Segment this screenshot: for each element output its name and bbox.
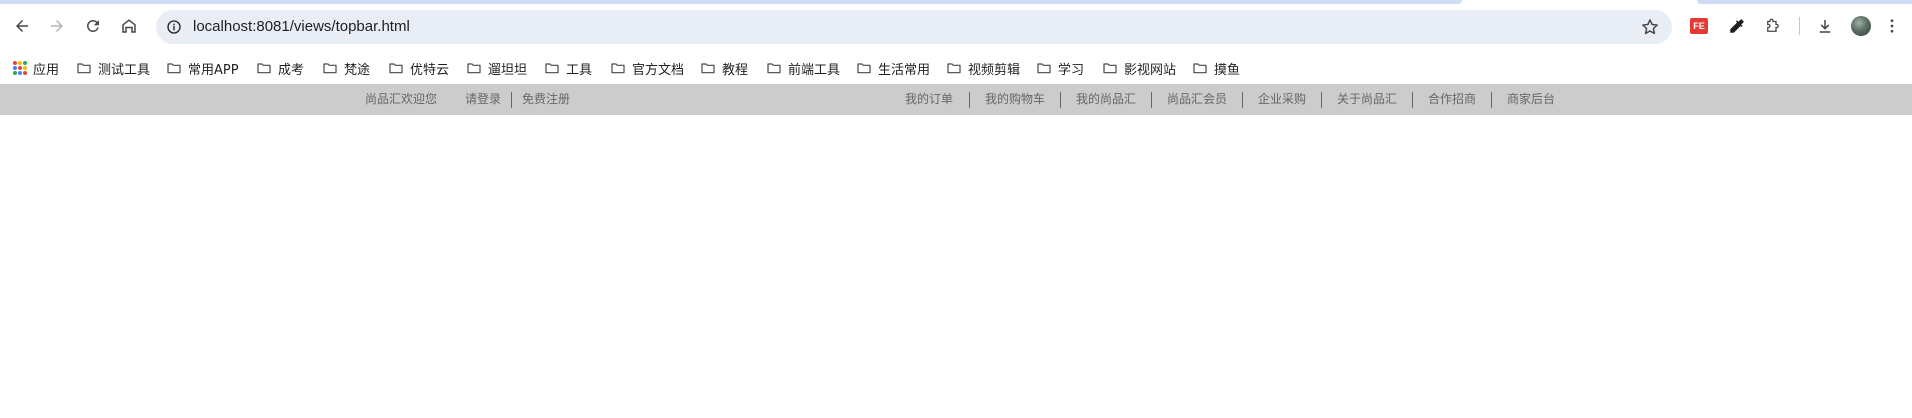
tab-strip-edge-right: [1697, 0, 1912, 4]
extensions-button[interactable]: [1761, 14, 1785, 38]
folder-icon: [257, 63, 271, 74]
nav-my-orders[interactable]: 我的订单: [905, 92, 953, 107]
star-icon[interactable]: [1640, 17, 1660, 37]
fe-extension-button[interactable]: FE: [1687, 14, 1711, 38]
bookmark-label: 摸鱼: [1214, 62, 1241, 78]
nav-partnership[interactable]: 合作招商: [1428, 92, 1476, 107]
bookmark-folder[interactable]: 遛坦坦: [466, 55, 527, 81]
folder-icon: [857, 63, 871, 74]
avatar: [1851, 16, 1871, 36]
folder-icon: [323, 63, 337, 74]
bookmark-label: 测试工具: [98, 62, 151, 78]
divider: [1412, 92, 1413, 108]
login-link[interactable]: 请登录: [465, 92, 501, 107]
eyedropper-icon: [1730, 19, 1744, 33]
bookmark-label: 遛坦坦: [488, 62, 528, 78]
bookmark-folder[interactable]: 测试工具: [76, 55, 150, 81]
divider: [511, 92, 512, 108]
tab-strip-edge: [0, 0, 1462, 4]
bookmark-label: 工具: [566, 62, 593, 78]
reload-icon: [86, 19, 99, 32]
register-link[interactable]: 免费注册: [522, 92, 570, 107]
bookmark-folder[interactable]: 影视网站: [1102, 55, 1176, 81]
profile-button[interactable]: [1849, 14, 1873, 38]
folder-icon: [1103, 63, 1117, 74]
bookmark-folder[interactable]: 教程: [700, 55, 748, 81]
bookmarks-bar: 应用 测试工具 常用APP 成考 梵途 优特云 遛坦坦 工具 官方文档 教程 前…: [0, 52, 1912, 84]
fe-extension-icon: FE: [1690, 18, 1708, 34]
bookmark-folder[interactable]: 常用APP: [166, 55, 239, 81]
bookmark-folder[interactable]: 生活常用: [856, 55, 930, 81]
apps-grid-icon: [13, 61, 27, 75]
divider: [1242, 92, 1243, 108]
address-bar[interactable]: localhost:8081/views/topbar.html: [156, 10, 1672, 44]
bookmark-label: 梵途: [344, 62, 371, 78]
bookmark-label: 学习: [1058, 62, 1085, 78]
download-icon: [1819, 20, 1831, 33]
folder-icon: [1193, 63, 1207, 74]
bookmark-folder[interactable]: 官方文档: [610, 55, 684, 81]
downloads-button[interactable]: [1813, 14, 1837, 38]
bookmark-label: 前端工具: [788, 62, 841, 78]
back-button[interactable]: [8, 12, 36, 40]
folder-icon: [389, 63, 403, 74]
bookmark-label: 官方文档: [632, 62, 685, 78]
arrow-right-icon: [51, 20, 63, 32]
browser-toolbar: localhost:8081/views/topbar.html FE: [0, 0, 1912, 52]
nav-membership[interactable]: 尚品汇会员: [1167, 92, 1227, 107]
bookmark-folder[interactable]: 前端工具: [766, 55, 840, 81]
toolbar-divider: [1799, 17, 1800, 35]
arrow-left-icon: [16, 20, 28, 32]
folder-icon: [467, 63, 481, 74]
divider: [1321, 92, 1322, 108]
bookmark-label: 影视网站: [1124, 62, 1177, 78]
folder-icon: [1037, 63, 1051, 74]
bookmark-folder[interactable]: 视频剪辑: [946, 55, 1020, 81]
bookmark-label: 教程: [722, 62, 749, 78]
divider: [1491, 92, 1492, 108]
folder-icon: [167, 63, 181, 74]
eyedropper-extension-button[interactable]: [1725, 14, 1749, 38]
home-icon: [122, 19, 136, 33]
puzzle-icon: [1767, 18, 1779, 32]
folder-icon: [701, 63, 715, 74]
nav-merchant-admin[interactable]: 商家后台: [1507, 92, 1555, 107]
bookmark-label: 生活常用: [878, 62, 931, 78]
bookmark-label: 视频剪辑: [968, 62, 1021, 78]
kebab-menu-icon: [1890, 19, 1894, 33]
url-text[interactable]: localhost:8081/views/topbar.html: [193, 18, 410, 35]
forward-button[interactable]: [43, 12, 71, 40]
divider: [969, 92, 970, 108]
info-icon: [167, 20, 181, 34]
browser-menu-button[interactable]: [1880, 14, 1904, 38]
bookmark-folder[interactable]: 梵途: [322, 55, 370, 81]
divider: [1151, 92, 1152, 108]
folder-icon: [611, 63, 625, 74]
bookmark-label: 优特云: [410, 62, 450, 78]
bookmark-folder[interactable]: 优特云: [388, 55, 449, 81]
bookmark-folder[interactable]: 学习: [1036, 55, 1084, 81]
nav-my-cart[interactable]: 我的购物车: [985, 92, 1045, 107]
bookmark-folder[interactable]: 工具: [544, 55, 592, 81]
folder-icon: [545, 63, 559, 74]
welcome-text: 尚品汇欢迎您: [365, 92, 438, 106]
bookmark-folder[interactable]: 成考: [256, 55, 304, 81]
folder-icon: [767, 63, 781, 74]
nav-my-shangpinhui[interactable]: 我的尚品汇: [1076, 92, 1136, 107]
home-button[interactable]: [115, 12, 143, 40]
bookmark-apps[interactable]: 应用: [13, 55, 59, 81]
nav-enterprise-purchase[interactable]: 企业采购: [1258, 92, 1306, 107]
bookmark-label: 应用: [33, 62, 60, 78]
divider: [1060, 92, 1061, 108]
bookmark-label: 常用APP: [188, 62, 239, 78]
reload-button[interactable]: [79, 12, 107, 40]
site-topbar: 尚品汇欢迎您 请登录 免费注册 我的订单 我的购物车 我的尚品汇 尚品汇会员 企…: [0, 84, 1912, 115]
folder-icon: [947, 63, 961, 74]
bookmark-folder[interactable]: 摸鱼: [1192, 55, 1240, 81]
site-info-button[interactable]: [164, 17, 184, 37]
folder-icon: [77, 63, 91, 74]
bookmark-label: 成考: [278, 62, 305, 78]
nav-about[interactable]: 关于尚品汇: [1337, 92, 1397, 107]
